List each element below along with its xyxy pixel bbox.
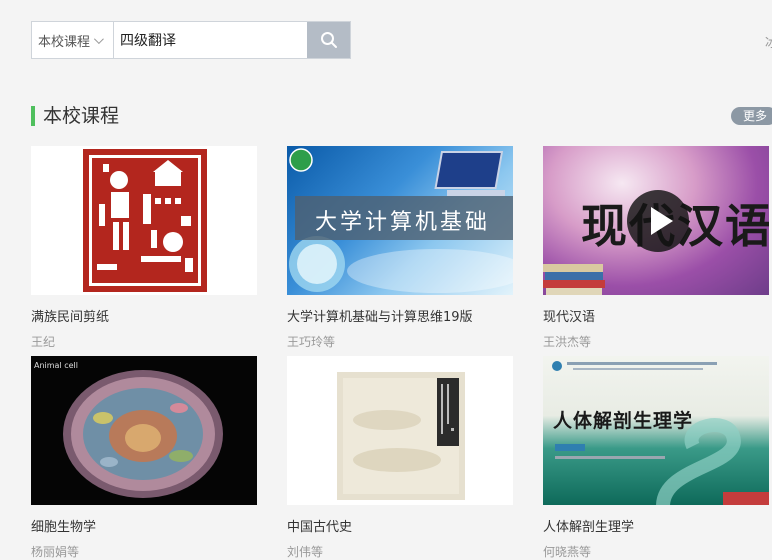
course-card[interactable]: 人体解剖生理学 人体解剖生理学 何晓燕等: [543, 356, 769, 560]
course-cover-history[interactable]: [287, 356, 513, 505]
course-card[interactable]: Animal cell 细胞生物学 杨丽娟等: [31, 356, 257, 560]
search-input[interactable]: [114, 22, 307, 58]
course-author: 王洪杰等: [543, 335, 592, 349]
course-title[interactable]: 中国古代史: [287, 516, 513, 535]
cell-image: [63, 370, 223, 498]
course-cover-video[interactable]: 现代汉语: [543, 146, 769, 295]
course-card[interactable]: 大学计算机基础 大学计算机基础与计算思维19版 王巧玲等: [287, 146, 513, 350]
course-author: 刘伟等: [287, 545, 324, 559]
course-author: 杨丽娟等: [31, 545, 80, 559]
course-title[interactable]: 大学计算机基础与计算思维19版: [287, 306, 513, 325]
play-button[interactable]: [627, 190, 689, 252]
more-button[interactable]: 更多: [731, 107, 772, 125]
chevron-down-icon: [93, 33, 104, 44]
course-card[interactable]: 满族民间剪纸 王纪: [31, 146, 257, 350]
cover-title-text: 大学计算机基础: [315, 210, 491, 235]
course-card[interactable]: 中国古代史 刘伟等: [287, 356, 513, 560]
search-icon: [320, 32, 337, 48]
course-title[interactable]: 满族民间剪纸: [31, 306, 257, 325]
course-cover-cell[interactable]: Animal cell: [31, 356, 257, 505]
course-title[interactable]: 人体解剖生理学: [543, 516, 769, 535]
papercut-image: [83, 149, 207, 292]
course-author: 王巧玲等: [287, 335, 336, 349]
play-icon: [651, 207, 673, 235]
course-card[interactable]: 现代汉语 现代汉语 王洪杰等: [543, 146, 769, 350]
course-author: 王纪: [31, 335, 56, 349]
search-button[interactable]: [307, 22, 350, 58]
header-edge-text[interactable]: 冰: [765, 32, 772, 51]
cover-caption: Animal cell: [34, 361, 78, 370]
course-cover-computer[interactable]: 大学计算机基础: [287, 146, 513, 295]
search-scope-label: 本校课程: [38, 34, 91, 50]
search-scope-select[interactable]: 本校课程: [32, 22, 114, 58]
search-bar: 本校课程: [31, 21, 351, 59]
section-accent-bar: [31, 106, 35, 126]
cover-title-text: 人体解剖生理学: [553, 410, 694, 432]
course-cover-papercut[interactable]: [31, 146, 257, 295]
course-author: 何晓燕等: [543, 545, 592, 559]
history-book-image: [337, 372, 465, 500]
section-title: 本校课程: [43, 105, 120, 127]
course-cover-anatomy[interactable]: 人体解剖生理学: [543, 356, 769, 505]
course-title[interactable]: 现代汉语: [543, 306, 769, 325]
course-title[interactable]: 细胞生物学: [31, 516, 257, 535]
